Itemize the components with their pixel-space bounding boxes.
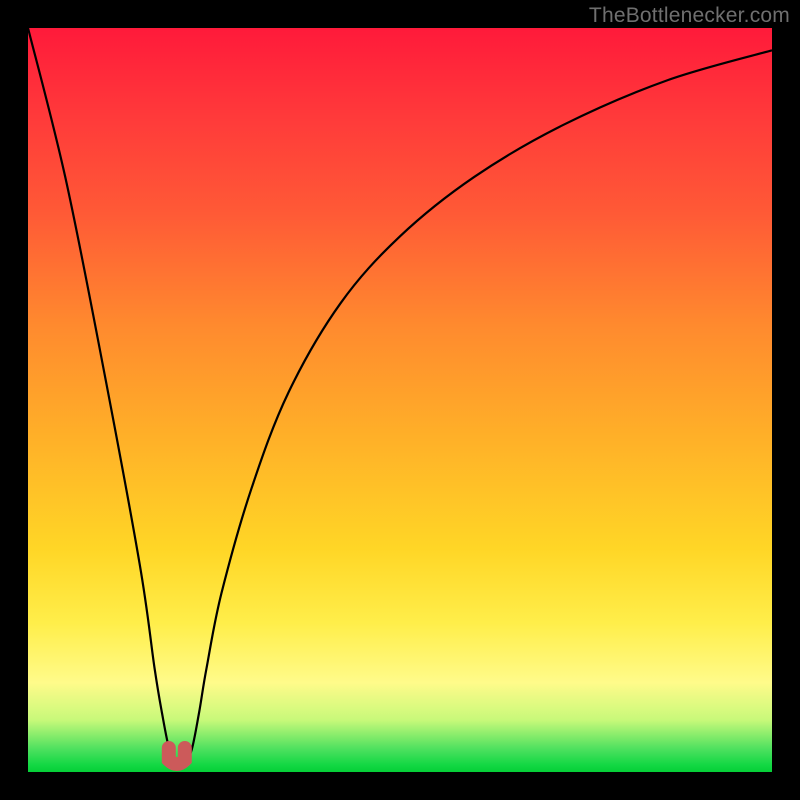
curve-layer	[28, 28, 772, 772]
chart-frame: TheBottlenecker.com	[0, 0, 800, 800]
bottleneck-curve	[28, 28, 772, 766]
watermark-text: TheBottlenecker.com	[589, 4, 790, 28]
dip-marker	[169, 748, 185, 764]
